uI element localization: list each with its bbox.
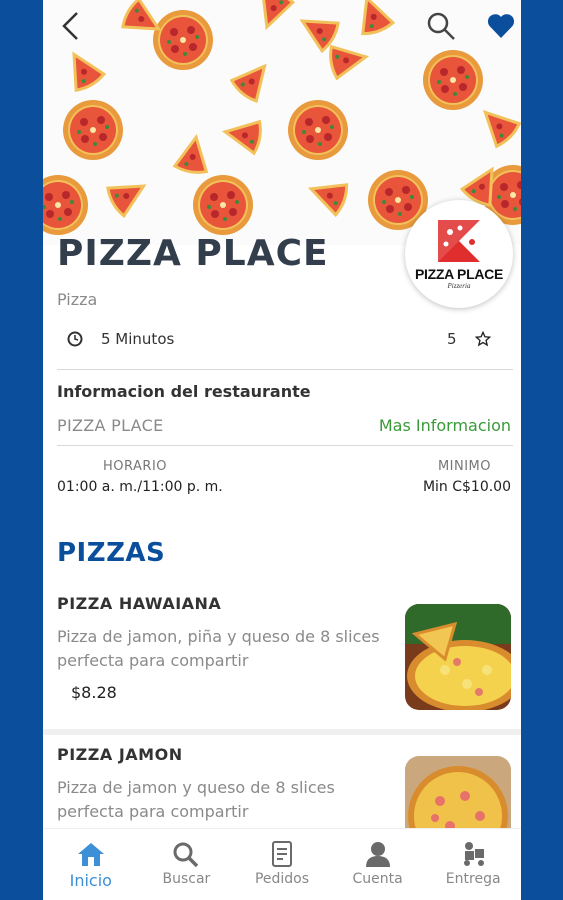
- nav-label: Entrega: [445, 871, 501, 887]
- nav-item-entrega[interactable]: Entrega: [425, 829, 521, 900]
- search-icon: [427, 12, 455, 40]
- schedule-label: HORARIO: [103, 459, 168, 474]
- chevron-left-icon: [62, 12, 78, 40]
- delivery-icon: [464, 842, 485, 866]
- menu-item-name: PIZZA JAMON: [57, 745, 183, 764]
- minimum-label: MINIMO: [437, 459, 491, 474]
- info-section-title: Informacion del restaurante: [57, 382, 311, 401]
- divider: [57, 369, 513, 370]
- home-icon: [77, 843, 104, 866]
- back-button[interactable]: [53, 8, 89, 44]
- nav-label: Inicio: [69, 871, 112, 890]
- clock-icon: [67, 331, 83, 347]
- info-restaurant-name: PIZZA PLACE: [57, 416, 164, 435]
- nav-item-buscar[interactable]: Buscar: [139, 829, 235, 900]
- schedule-value: 01:00 a. m./11:00 p. m.: [57, 479, 223, 495]
- search-button[interactable]: [423, 8, 459, 44]
- star-icon: [474, 331, 491, 347]
- menu-item-image: [405, 604, 511, 710]
- bottom-navigation: Inicio Buscar Pedidos Cuenta Entrega: [43, 828, 521, 900]
- menu-item-description: Pizza de jamon y queso de 8 slices perfe…: [57, 778, 335, 821]
- nav-label: Pedidos: [254, 871, 310, 887]
- favorite-button[interactable]: [483, 8, 519, 44]
- app-screen: PIZZA PLACE Pizzeria PIZZA PLACE Pizza 5…: [43, 0, 521, 900]
- minimum-value: Min C$10.00: [422, 479, 511, 495]
- delivery-time-text: 5 Minutos: [101, 330, 175, 348]
- restaurant-logo: PIZZA PLACE Pizzeria: [405, 200, 513, 308]
- pizza-logo-icon: [438, 220, 480, 262]
- restaurant-category: Pizza: [57, 290, 98, 309]
- item-separator: [43, 729, 521, 735]
- nav-item-inicio[interactable]: Inicio: [43, 829, 139, 900]
- nav-label: Buscar: [162, 871, 211, 887]
- account-icon: [365, 842, 390, 867]
- orders-icon: [271, 841, 292, 867]
- pizza-hawaiana-image: [405, 604, 511, 710]
- logo-text: PIZZA PLACE: [415, 266, 503, 282]
- menu-item-name: PIZZA HAWAIANA: [57, 594, 222, 613]
- divider: [57, 445, 513, 446]
- restaurant-title: PIZZA PLACE: [57, 233, 329, 274]
- menu-item-price: $8.28: [71, 683, 117, 702]
- nav-item-cuenta[interactable]: Cuenta: [330, 829, 426, 900]
- more-info-link[interactable]: Mas Informacion: [379, 416, 511, 435]
- menu-section-title: PIZZAS: [57, 538, 166, 568]
- nav-label: Cuenta: [352, 871, 403, 887]
- rating-value: 5: [447, 330, 457, 348]
- heart-icon: [487, 14, 515, 38]
- delivery-time: 5 Minutos: [67, 330, 174, 348]
- nav-item-pedidos[interactable]: Pedidos: [234, 829, 330, 900]
- logo-tagline: Pizzeria: [447, 282, 471, 290]
- menu-item-description: Pizza de jamon, piña y queso de 8 slices…: [57, 627, 380, 670]
- search-icon: [173, 842, 199, 867]
- rating: 5: [447, 330, 491, 348]
